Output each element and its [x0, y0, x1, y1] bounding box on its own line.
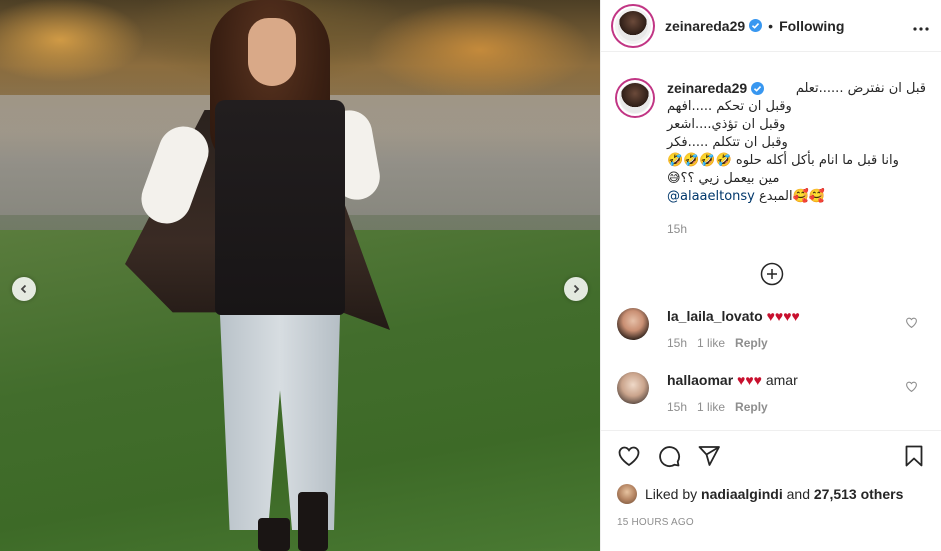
comments-list[interactable]: zeinareda29 قبل ان نفترض ......تعلم وقبل… [601, 52, 941, 430]
comment-hearts: ♥♥♥ [737, 372, 762, 388]
author-avatar[interactable] [613, 5, 653, 46]
comment-body: hallaomar ♥♥♥ amar 15h 1 like Reply [667, 372, 897, 414]
comment-reply-button[interactable]: Reply [735, 400, 768, 414]
comment-time[interactable]: 15h [667, 400, 687, 414]
load-more-comments-button[interactable] [617, 262, 926, 286]
comment-username[interactable]: la_laila_lovato [667, 308, 763, 324]
comment-time[interactable]: 15h [667, 336, 687, 350]
post-actions-area: Liked by nadiaalgindi and 27,513 others … [601, 430, 941, 551]
carousel-next-button[interactable] [564, 277, 588, 301]
post-photo[interactable] [0, 0, 600, 551]
photo-boot-right [298, 492, 328, 551]
caption-line-2: وقبل ان تحكم .....افهم [667, 99, 792, 114]
comment-meta: 15h 1 like Reply [667, 400, 897, 414]
comment-body: la_laila_lovato ♥♥♥♥ 15h 1 like Reply [667, 308, 897, 350]
likes-summary[interactable]: Liked by nadiaalgindi and 27,513 others [617, 483, 926, 505]
comment-likes[interactable]: 1 like [697, 400, 725, 414]
post-side-panel: zeinareda29 • Following zeinareda29 قبل … [600, 0, 941, 551]
caption-line-4: وقبل ان تتكلم .....فكر [667, 135, 788, 150]
heart-icon[interactable] [617, 444, 641, 468]
caption-line-6: مين بيعمل زيي ؟؟😅 [667, 171, 780, 186]
following-button[interactable]: Following [779, 18, 844, 34]
photo-boot-left [258, 518, 290, 551]
action-bar [617, 431, 926, 481]
comment-avatar[interactable] [617, 372, 649, 404]
liker-username[interactable]: nadiaalgindi [701, 486, 783, 502]
header-separator: • [768, 17, 774, 34]
post-timestamp[interactable]: 15 HOURS AGO [617, 517, 926, 528]
verified-badge-icon [751, 82, 765, 95]
caption-username[interactable]: zeinareda29 [667, 80, 747, 96]
comment-reply-button[interactable]: Reply [735, 336, 768, 350]
comment-meta: 15h 1 like Reply [667, 336, 897, 350]
comment-likes[interactable]: 1 like [697, 336, 725, 350]
caption-line-7: @alaaeltonsy المبدع🥰🥰 [667, 188, 926, 206]
caption-line-7-text: المبدع🥰🥰 [759, 189, 825, 204]
comment-item: hallaomar ♥♥♥ amar 15h 1 like Reply [617, 372, 926, 414]
comment-avatar[interactable] [617, 308, 649, 340]
likes-prefix: Liked by [645, 486, 698, 502]
caption-text: وقبل ان تحكم .....افهم وقبل ان تؤذي....ا… [667, 98, 926, 206]
caption-line-1: قبل ان نفترض ......تعلم [795, 81, 926, 96]
caption-line-3: وقبل ان تؤذي....اشعر [667, 117, 786, 132]
verified-badge-icon [749, 19, 763, 32]
chevron-right-icon [573, 284, 580, 294]
caption: zeinareda29 قبل ان نفترض ......تعلم وقبل… [617, 52, 926, 236]
photo-vest [215, 100, 345, 315]
likes-connector: and [786, 486, 810, 502]
heart-outline-icon[interactable] [905, 380, 918, 393]
caption-body: zeinareda29 قبل ان نفترض ......تعلم وقبل… [667, 80, 926, 236]
comment-hearts: ♥♥♥♥ [766, 308, 800, 324]
post-header: zeinareda29 • Following [601, 0, 941, 52]
photo-subject [120, 0, 400, 551]
liker-avatar[interactable] [617, 484, 637, 504]
carousel-prev-button[interactable] [12, 277, 36, 301]
comment-text: amar [765, 372, 798, 388]
more-horizontal-icon [913, 27, 929, 31]
caption-mention[interactable]: @alaaeltonsy [667, 189, 755, 204]
plus-circle-icon [760, 262, 783, 286]
caption-avatar[interactable] [617, 80, 653, 116]
comment-username[interactable]: hallaomar [667, 372, 733, 388]
heart-outline-icon[interactable] [905, 316, 918, 329]
caption-line-5: وانا قبل ما انام بأكل أكله حلوه 🤣🤣🤣🤣 [667, 153, 899, 168]
share-icon[interactable] [697, 444, 721, 468]
comment-icon[interactable] [657, 444, 681, 468]
photo-face [248, 18, 296, 86]
comment-item: la_laila_lovato ♥♥♥♥ 15h 1 like Reply [617, 308, 926, 350]
more-options-button[interactable] [913, 15, 929, 36]
likes-count[interactable]: 27,513 others [814, 486, 904, 502]
chevron-left-icon [20, 284, 27, 294]
bookmark-icon[interactable] [902, 444, 926, 468]
author-username[interactable]: zeinareda29 [665, 18, 745, 34]
caption-time[interactable]: 15h [667, 222, 926, 236]
